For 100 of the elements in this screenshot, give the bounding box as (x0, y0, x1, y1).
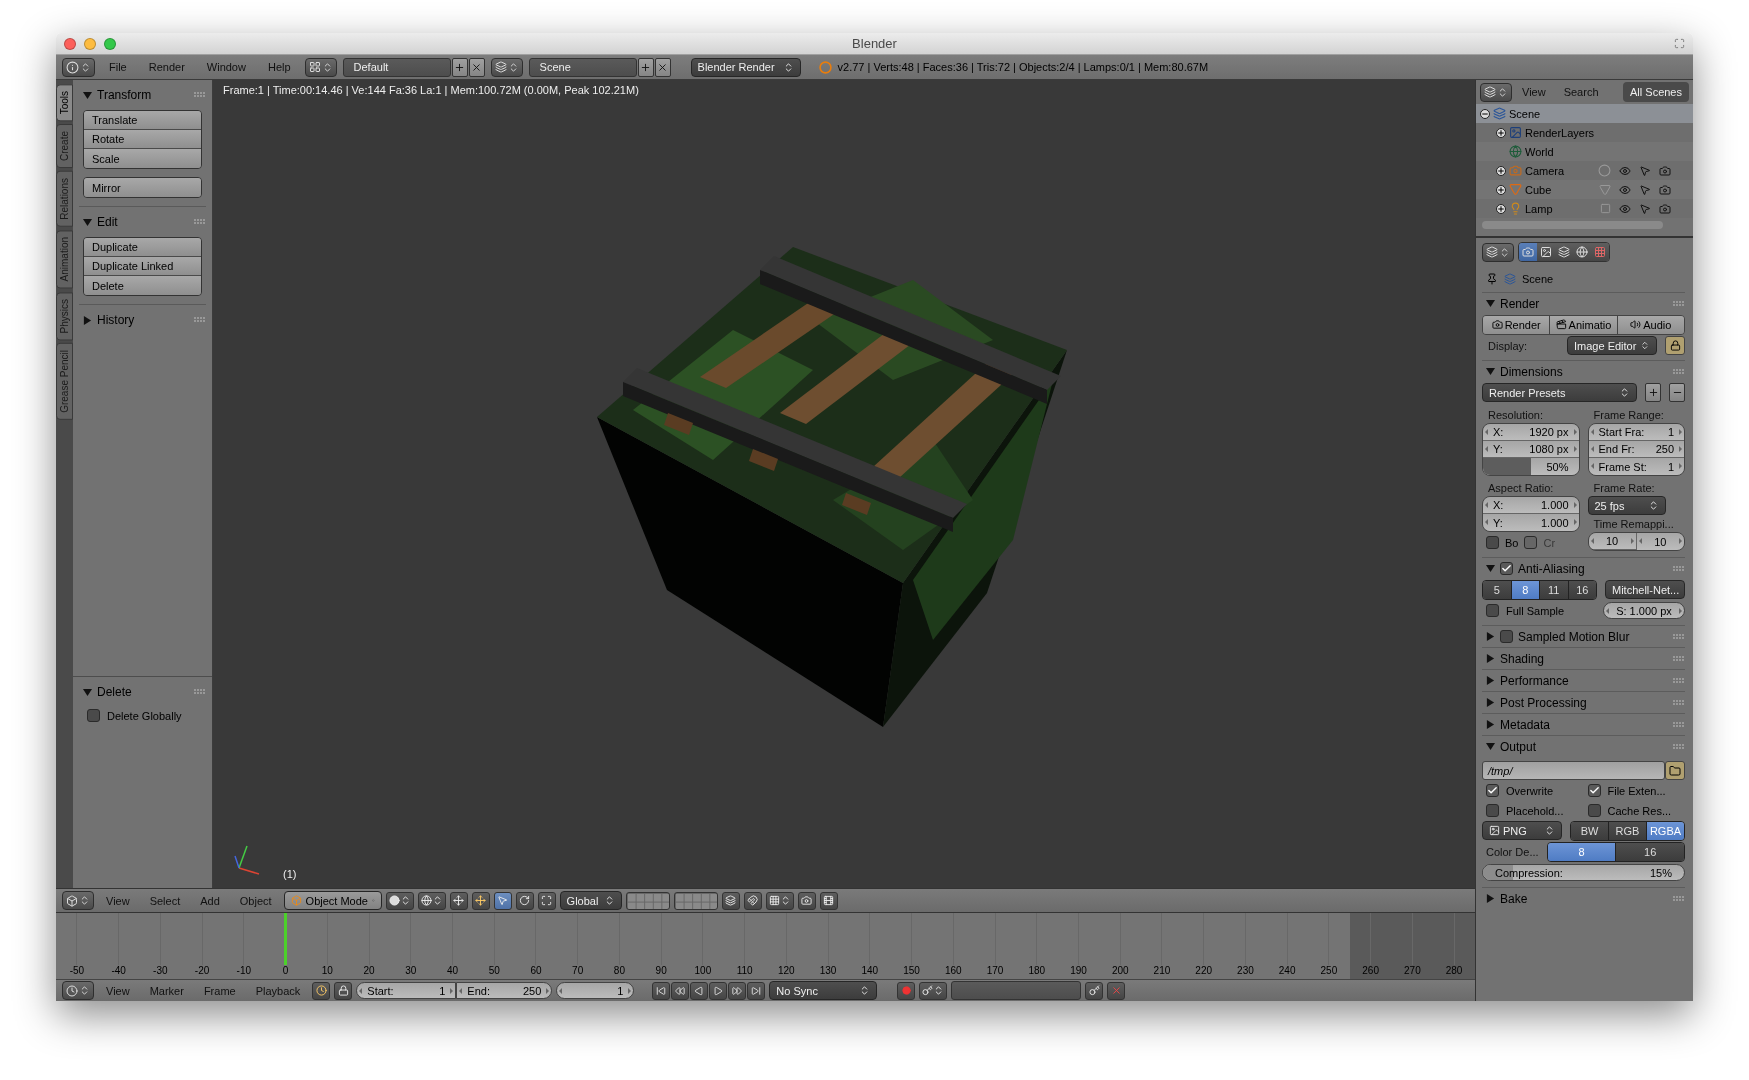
number-field[interactable]: X: 1920 px (1483, 424, 1579, 441)
scene-browse-button[interactable] (490, 57, 523, 77)
render-button[interactable] (797, 891, 816, 910)
play-button[interactable] (709, 981, 728, 1000)
properties-tab[interactable] (1537, 243, 1555, 261)
insert-key-button[interactable] (1085, 981, 1104, 1000)
render-button[interactable]: Animatio (1550, 315, 1618, 334)
panel-title[interactable]: Render (1500, 296, 1540, 311)
drag-grip-icon[interactable] (1673, 368, 1685, 375)
collapse-triangle-icon[interactable] (1486, 564, 1495, 573)
axes-button[interactable] (471, 891, 490, 910)
display-dropdown[interactable]: Image Editor (1567, 336, 1657, 355)
collapse-icon[interactable] (1480, 108, 1490, 119)
checkbox[interactable] (1587, 784, 1601, 797)
scale-button[interactable] (537, 891, 556, 910)
checkbox[interactable] (1500, 630, 1513, 643)
sample-count-option[interactable]: 11 (1540, 580, 1569, 599)
add-button[interactable] (1645, 383, 1661, 402)
checkbox[interactable] (1500, 562, 1513, 575)
panel-title[interactable]: History (97, 313, 135, 327)
next-key-button[interactable] (728, 981, 747, 1000)
close-button[interactable] (468, 57, 485, 77)
expand-icon[interactable] (1496, 184, 1506, 195)
menu-item[interactable]: Add (192, 894, 228, 907)
drag-grip-icon[interactable] (1673, 677, 1685, 684)
color-depth-option[interactable]: 8 (1547, 842, 1617, 861)
timeline[interactable]: -50 -40 -30 -20 -10 0 10 20 30 40 50 60 70 80 90 100 110 120 130 140 150 160 170 180 190 200 210 220 230 240 250 260 270 280 (56, 912, 1475, 979)
checkbox[interactable] (1486, 536, 1499, 549)
tool-button[interactable]: Translate (84, 111, 201, 130)
panel-title[interactable]: Shading (1500, 651, 1545, 666)
editor-type-button[interactable] (1480, 82, 1512, 102)
panel-title[interactable]: Post Processing (1500, 695, 1587, 710)
drag-grip-icon[interactable] (194, 317, 206, 323)
expand-icon[interactable] (1496, 127, 1506, 138)
eye-icon[interactable] (1619, 164, 1631, 177)
collapse-triangle-icon[interactable] (1486, 367, 1495, 376)
camera-icon[interactable] (1659, 164, 1671, 177)
tool-button[interactable]: Mirror (84, 178, 201, 197)
menu-item[interactable]: View (98, 894, 138, 907)
drag-grip-icon[interactable] (1673, 743, 1685, 750)
properties-tab[interactable] (1519, 243, 1537, 261)
camera-icon[interactable] (1659, 202, 1671, 215)
output-path-field[interactable]: /tmp/ (1482, 761, 1665, 780)
tool-button[interactable]: Scale (84, 149, 201, 168)
menu-item[interactable]: Object (231, 894, 280, 907)
outliner-row[interactable]: Camera (1476, 161, 1693, 180)
frame-rate-dropdown[interactable]: 25 fps (1587, 496, 1666, 515)
menu-item[interactable]: File (101, 61, 135, 73)
menu-item[interactable]: Window (198, 61, 254, 73)
collapse-triangle-icon[interactable] (83, 687, 92, 697)
delete-key-button[interactable] (1107, 981, 1126, 1000)
outliner-row[interactable]: RenderLayers (1476, 123, 1693, 142)
play-reverse-button[interactable] (690, 981, 709, 1000)
presets-dropdown[interactable]: Render Presets (1482, 383, 1637, 402)
menu-item[interactable]: Search (1555, 86, 1607, 98)
render-button[interactable]: Audio (1617, 315, 1684, 334)
format-dropdown[interactable]: PNG (1482, 821, 1562, 840)
menu-item[interactable]: Frame (195, 984, 244, 997)
cursor-icon[interactable] (1639, 202, 1651, 215)
number-field[interactable]: End Fr: 250 (1588, 441, 1684, 458)
expand-triangle-icon[interactable] (1486, 632, 1495, 641)
snap-button[interactable] (765, 891, 794, 910)
add-button[interactable] (451, 57, 468, 77)
eye-icon[interactable] (1619, 202, 1631, 215)
layout-field[interactable]: Default (342, 57, 451, 77)
menu-item[interactable]: Marker (141, 984, 192, 997)
editor-type-button[interactable] (62, 57, 95, 77)
remove-button[interactable] (1669, 383, 1685, 402)
expand-triangle-icon[interactable] (1486, 720, 1495, 729)
jump-end-button[interactable] (747, 981, 766, 1000)
drag-grip-icon[interactable] (194, 92, 206, 98)
expand-triangle-icon[interactable] (1486, 698, 1495, 707)
editor-type-button[interactable] (1482, 242, 1514, 262)
drag-grip-icon[interactable] (194, 689, 206, 695)
checkbox[interactable] (1486, 804, 1499, 817)
tool-button[interactable]: Duplicate Linked (84, 257, 201, 276)
render-button[interactable]: Render (1483, 315, 1551, 334)
fullscreen-icon[interactable] (1674, 38, 1685, 49)
compression-slider[interactable]: Compression: 15% (1482, 864, 1685, 881)
sync-dropdown[interactable]: No Sync (769, 981, 878, 1000)
sample-count-option[interactable]: 5 (1483, 580, 1512, 599)
record-button[interactable] (897, 981, 916, 1000)
checkbox[interactable] (87, 709, 100, 722)
panel-title[interactable]: Anti-Aliasing (1518, 561, 1585, 576)
minimize-button[interactable] (84, 37, 96, 50)
camera-icon[interactable] (1659, 183, 1671, 196)
add-button[interactable] (637, 57, 654, 77)
color-mode-option[interactable]: RGBA (1647, 821, 1684, 840)
outliner-row[interactable]: Lamp (1476, 199, 1693, 218)
previous-key-button[interactable] (671, 981, 690, 1000)
layers-button[interactable] (721, 891, 740, 910)
sample-count-option[interactable]: 8 (1511, 580, 1540, 599)
menu-item[interactable]: View (1514, 86, 1554, 98)
tool-button[interactable]: Rotate (84, 130, 201, 149)
expand-triangle-icon[interactable] (1486, 654, 1495, 663)
tool-shelf-tab[interactable]: Tools (56, 84, 73, 122)
layer-grid[interactable] (625, 891, 670, 910)
filter-dropdown[interactable]: All Scenes (1623, 82, 1689, 102)
menu-item[interactable]: Select (141, 894, 189, 907)
scene-field[interactable]: Scene (528, 57, 637, 77)
